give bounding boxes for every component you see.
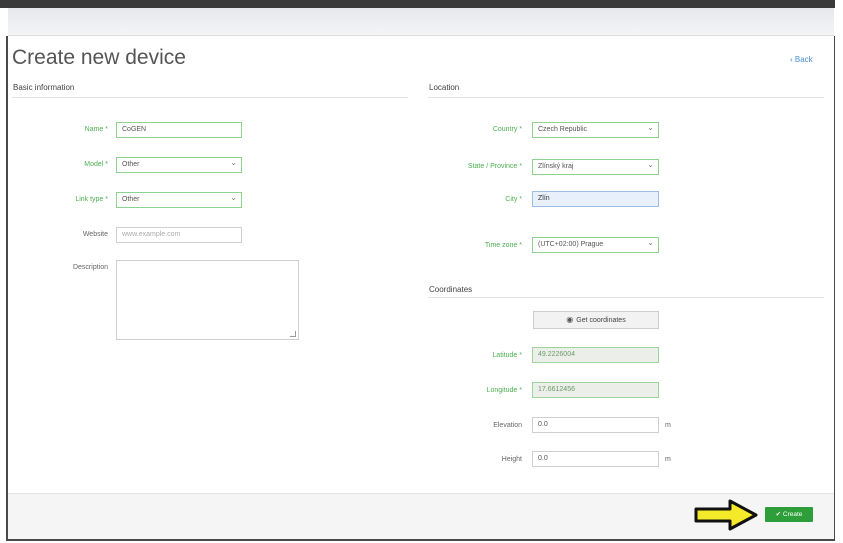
- city-input[interactable]: Zlín: [532, 191, 659, 207]
- window-top-bar: [0, 0, 843, 8]
- country-label: Country *: [492, 126, 522, 133]
- longitude-label: Longitude *: [486, 387, 522, 394]
- link-type-label: Link type *: [75, 196, 108, 203]
- country-select[interactable]: Czech Republic: [532, 122, 659, 138]
- page-edge: [835, 0, 843, 543]
- description-textarea[interactable]: [116, 260, 299, 340]
- section-divider: [428, 97, 824, 98]
- model-select[interactable]: Other: [116, 157, 242, 173]
- back-label: Back: [794, 55, 813, 64]
- model-label: Model *: [84, 161, 108, 168]
- latitude-label: Latitude *: [492, 352, 522, 359]
- name-input[interactable]: CoGEN: [116, 122, 242, 138]
- elevation-input[interactable]: 0.0: [532, 417, 659, 433]
- name-label: Name *: [84, 126, 108, 133]
- get-coordinates-label: Get coordinates: [576, 317, 626, 324]
- state-select[interactable]: Zlínský kraj: [532, 159, 659, 175]
- website-label: Website: [82, 231, 108, 238]
- create-button[interactable]: ✔ Create: [765, 507, 813, 522]
- city-label: City *: [505, 196, 522, 203]
- link-type-select[interactable]: Other: [116, 192, 242, 208]
- description-label: Description: [72, 264, 108, 271]
- height-input[interactable]: 0.0: [532, 451, 659, 467]
- create-label: Create: [782, 511, 803, 518]
- arrow-right-icon: [694, 499, 758, 531]
- elevation-unit: m: [665, 422, 671, 429]
- section-coordinates: Coordinates: [429, 285, 473, 294]
- height-label: Height: [501, 456, 522, 463]
- timezone-select-value: (UTC+02:00) Prague: [538, 241, 604, 248]
- get-coordinates-button[interactable]: ◉ Get coordinates: [533, 311, 659, 329]
- link-type-select-value: Other: [122, 196, 140, 203]
- latitude-input[interactable]: 49.2226004: [532, 347, 659, 363]
- back-link[interactable]: ‹ Back: [790, 55, 813, 64]
- check-icon: ✔: [775, 511, 783, 518]
- height-unit: m: [665, 456, 671, 463]
- browser-toolbar: [8, 8, 834, 36]
- timezone-label: Time zone *: [484, 242, 522, 249]
- model-select-value: Other: [122, 161, 140, 168]
- country-select-value: Czech Republic: [538, 126, 588, 133]
- state-select-value: Zlínský kraj: [538, 163, 574, 170]
- section-divider: [12, 97, 408, 98]
- website-input[interactable]: www.example.com: [116, 227, 242, 243]
- section-basic-information: Basic information: [13, 83, 75, 92]
- location-icon: ◉: [566, 315, 574, 324]
- section-divider: [428, 297, 824, 298]
- page-title: Create new device: [12, 46, 186, 69]
- timezone-select[interactable]: (UTC+02:00) Prague: [532, 237, 659, 253]
- section-location: Location: [429, 83, 460, 92]
- elevation-label: Elevation: [493, 422, 522, 429]
- state-label: State / Province *: [467, 163, 522, 170]
- longitude-input[interactable]: 17.6612456: [532, 382, 659, 398]
